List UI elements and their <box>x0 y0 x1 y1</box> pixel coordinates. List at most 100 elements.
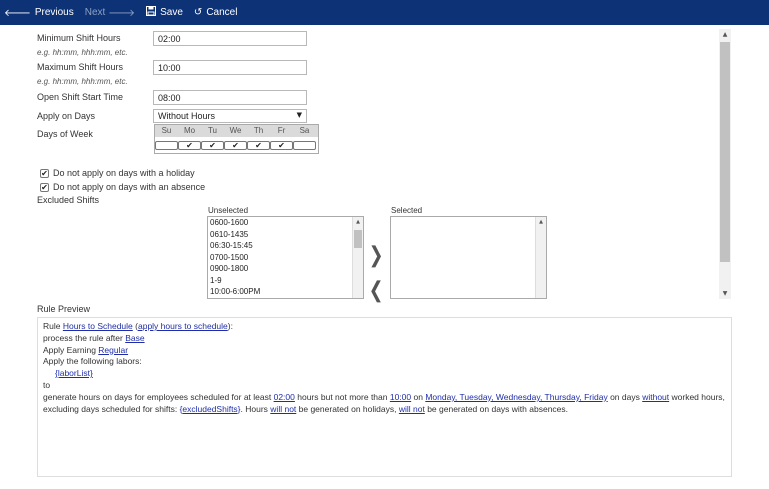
holiday-will-not-link[interactable]: will not <box>270 404 296 414</box>
day-header-th: Th <box>253 126 264 135</box>
max-hours-label: Maximum Shift Hours <box>37 62 124 72</box>
day-cell-we: ✔ <box>224 141 247 150</box>
day-cell-mo: ✔ <box>178 141 201 150</box>
min-hours-label: Minimum Shift Hours <box>37 33 121 43</box>
no-holiday-label: Do not apply on days with a holiday <box>53 168 195 178</box>
apply-on-days-value: Without Hours <box>158 111 216 121</box>
days-of-week-grid: Su Mo Tu We Th Fr Sa ✔ ✔ ✔ ✔ ✔ <box>154 124 319 154</box>
day-cell-th: ✔ <box>247 141 270 150</box>
day-checkbox-sa[interactable] <box>293 141 316 150</box>
text: process the rule after <box>43 332 126 343</box>
no-absence-option[interactable]: ✔ Do not apply on days with an absence <box>40 182 205 192</box>
selected-list-scrollbar[interactable]: ▲ <box>535 217 546 298</box>
min-hours-hint: e.g. hh:mm, hhh:mm, etc. <box>37 48 128 57</box>
rule-form: Minimum Shift Hours e.g. hh:mm, hhh:mm, … <box>0 25 731 302</box>
days-of-week-checkboxes: ✔ ✔ ✔ ✔ ✔ <box>155 137 318 154</box>
day-checkbox-su[interactable] <box>155 141 178 150</box>
no-absence-label: Do not apply on days with an absence <box>53 182 206 192</box>
selected-label: Selected <box>391 206 423 215</box>
rule-code-link[interactable]: apply hours to schedule <box>138 321 228 331</box>
no-holiday-checkbox[interactable]: ✔ <box>40 168 49 178</box>
day-checkbox-fr[interactable]: ✔ <box>270 141 293 150</box>
list-item[interactable]: 0900-1800 <box>208 263 363 275</box>
day-checkbox-tu[interactable]: ✔ <box>201 141 224 150</box>
day-checkbox-mo[interactable]: ✔ <box>178 141 201 150</box>
preview-line-to: to <box>43 379 51 390</box>
without-link[interactable]: without <box>642 392 669 402</box>
unselected-label: Unselected <box>208 206 249 215</box>
days-of-week-label: Days of Week <box>37 129 93 139</box>
list-item[interactable]: 0600-1600 <box>208 217 363 229</box>
next-label: Next <box>84 7 106 18</box>
text: Rule <box>43 321 63 331</box>
scroll-up-icon[interactable]: ▲ <box>719 31 731 38</box>
text: ): <box>227 321 233 331</box>
apply-on-days-select[interactable]: Without Hours ▼ <box>153 109 307 123</box>
earning-link[interactable]: Regular <box>98 345 128 355</box>
toolbar: 🡐 Previous Next 🡒 Save ↺ Cancel <box>0 0 769 25</box>
day-header-fr: Fr <box>277 126 286 135</box>
next-button[interactable]: Next 🡒 <box>85 7 135 19</box>
unselected-shifts-list[interactable]: 0600-1600 0610-1435 06:30-15:45 0700-1500 09… <box>207 216 364 299</box>
min-hours-link[interactable]: 02:00 <box>274 392 295 402</box>
form-scroll-thumb[interactable] <box>720 42 730 262</box>
preview-line-rule: Rule Hours to Schedule (apply hours to s… <box>43 321 726 333</box>
rule-preview-label: Rule Preview <box>37 304 91 314</box>
text: be generated on holidays, <box>296 403 399 414</box>
no-absence-checkbox[interactable]: ✔ <box>40 182 49 192</box>
scroll-thumb[interactable] <box>354 230 362 248</box>
day-cell-fr: ✔ <box>270 141 293 150</box>
previous-button[interactable]: 🡐 Previous <box>4 7 74 19</box>
max-hours-input[interactable] <box>153 60 307 75</box>
excluded-shifts-label: Excluded Shifts <box>37 195 100 205</box>
selected-shifts-list[interactable]: ▲ <box>390 216 547 299</box>
no-holiday-option[interactable]: ✔ Do not apply on days with a holiday <box>40 168 195 178</box>
day-header-mo: Mo <box>183 126 196 135</box>
floppy-disk-icon <box>146 6 157 19</box>
day-cell-tu: ✔ <box>201 141 224 150</box>
text: generate hours on days for employees sch… <box>43 391 274 402</box>
min-hours-input[interactable] <box>153 31 307 46</box>
cancel-button[interactable]: ↺ Cancel <box>194 7 238 18</box>
absence-will-not-link[interactable]: will not <box>399 404 425 414</box>
unselected-list-scrollbar[interactable]: ▲ <box>352 217 363 298</box>
list-item[interactable]: 1-9 <box>208 275 363 287</box>
arrow-left-icon: 🡐 <box>4 7 31 19</box>
max-hours-link[interactable]: 10:00 <box>390 392 411 402</box>
unselected-items: 0600-1600 0610-1435 06:30-15:45 0700-1500 09… <box>208 217 363 298</box>
list-item[interactable]: 06:30-15:45 <box>208 240 363 252</box>
scroll-up-icon[interactable]: ▲ <box>536 219 546 225</box>
remove-shift-button[interactable]: ❮ <box>369 280 384 302</box>
preview-line-labors: Apply the following labors: <box>43 356 142 367</box>
preview-line-labor-list: {laborList} <box>43 368 726 380</box>
after-rule-link[interactable]: Base <box>125 333 144 343</box>
list-item[interactable]: 0700-1500 <box>208 252 363 264</box>
list-item[interactable]: 0610-1435 <box>208 229 363 241</box>
open-shift-start-input[interactable] <box>153 90 307 105</box>
apply-on-days-label: Apply on Days <box>37 111 96 121</box>
rule-preview: Rule Hours to Schedule (apply hours to s… <box>37 317 732 477</box>
save-button[interactable]: Save <box>146 6 183 19</box>
save-label: Save <box>160 7 183 18</box>
text: be generated on days with absences. <box>424 403 569 414</box>
labor-list-link[interactable]: {laborList} <box>55 368 93 378</box>
preview-line-earning: Apply Earning Regular <box>43 345 726 357</box>
day-cell-sa <box>293 141 316 150</box>
rule-name-link[interactable]: Hours to Schedule <box>63 321 133 331</box>
open-shift-start-label: Open Shift Start Time <box>37 92 124 102</box>
scroll-down-icon[interactable]: ▼ <box>719 290 731 297</box>
add-shift-button[interactable]: ❯ <box>369 245 384 267</box>
cancel-label: Cancel <box>206 7 238 18</box>
undo-icon: ↺ <box>193 7 203 18</box>
day-checkbox-th[interactable]: ✔ <box>247 141 270 150</box>
days-link[interactable]: Monday, Tuesday, Wednesday, Thursday, Fr… <box>425 392 607 402</box>
dropdown-caret-icon: ▼ <box>296 111 302 119</box>
max-hours-hint: e.g. hh:mm, hhh:mm, etc. <box>37 77 128 86</box>
form-scrollbar[interactable]: ▲ ▼ <box>719 29 731 299</box>
scroll-up-icon[interactable]: ▲ <box>353 219 363 225</box>
list-item[interactable]: 10:00-6:00PM <box>208 286 363 298</box>
day-checkbox-we[interactable]: ✔ <box>224 141 247 150</box>
excluded-shifts-link[interactable]: {excludedShifts} <box>180 404 241 414</box>
day-cell-su <box>155 141 178 150</box>
text: Apply Earning <box>43 344 99 355</box>
